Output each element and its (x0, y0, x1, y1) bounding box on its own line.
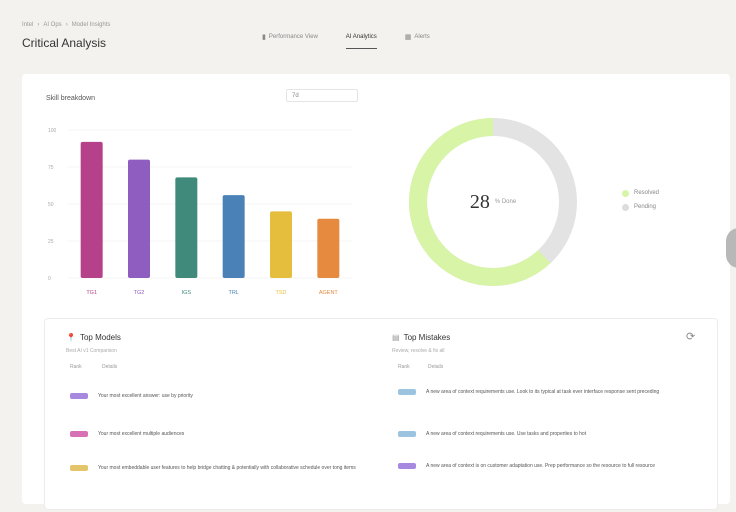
x-tick-label: TRL (228, 290, 238, 296)
tab-ai-analytics[interactable]: AI Analytics (345, 33, 377, 49)
insights-panel (44, 318, 718, 510)
y-tick-label: 25 (48, 239, 54, 245)
clipboard-icon: ▤ (392, 333, 400, 342)
legend-label: Pending (634, 204, 657, 210)
chart-title: Skill breakdown (46, 95, 96, 102)
bar-chart: 0 25 50 75 100 TG1 TG2 IGS TRL TSD AGENT (48, 128, 352, 296)
list-item[interactable]: Your most excellent multiple audiences (70, 430, 360, 438)
range-select[interactable]: 7d (286, 89, 358, 102)
x-tick-label: TG2 (134, 290, 145, 296)
y-tick-label: 100 (48, 128, 57, 134)
pin-icon: 📍 (66, 333, 76, 342)
bar[interactable] (80, 141, 103, 278)
breadcrumb-item: Model Insights (71, 22, 111, 28)
bar[interactable] (222, 195, 245, 278)
row-text: A new area of context requirements use. … (426, 389, 660, 395)
breadcrumb: Intel › AI Ops › Model Insights (22, 22, 111, 28)
row-text: Your most embeddable user features to he… (98, 465, 356, 471)
legend-item-pending: Pending (622, 200, 659, 214)
bar[interactable] (175, 177, 198, 278)
x-tick-label: TG1 (86, 290, 97, 296)
chart-icon: ▮ (262, 34, 266, 41)
tab-alerts[interactable]: ▦ Alerts (405, 33, 430, 49)
top-models-title: 📍 Top Models (66, 333, 121, 342)
col-rank: Rank (70, 364, 82, 370)
donut-center: 28 % Done (404, 113, 582, 291)
donut-unit: % Done (494, 199, 517, 205)
tab-bar: ▮ Performance View AI Analytics ▦ Alerts (262, 33, 430, 49)
col-details: Details (428, 364, 444, 370)
list-item[interactable]: A new area of context requirements use. … (398, 388, 678, 396)
legend-item-resolved: Resolved (622, 186, 659, 200)
tab-label: Performance View (268, 34, 318, 40)
rank-chip (398, 431, 416, 437)
tab-label: AI Analytics (345, 33, 377, 40)
col-details: Details (102, 364, 118, 370)
page-header: Intel › AI Ops › Model Insights Critical… (0, 0, 736, 70)
x-tick-label: IGS (182, 290, 192, 296)
rank-chip (70, 393, 88, 399)
tab-performance[interactable]: ▮ Performance View (262, 33, 318, 49)
row-text: Your most excellent multiple audiences (98, 431, 185, 437)
bar[interactable] (128, 159, 150, 278)
donut-value: 28 (469, 190, 490, 213)
rank-chip (398, 463, 416, 469)
y-tick-label: 0 (48, 276, 51, 282)
bar[interactable] (317, 218, 340, 278)
legend-dot (622, 189, 629, 197)
row-text: A new area of context requirements use. … (426, 431, 587, 437)
refresh-icon[interactable]: ⟳ (686, 330, 695, 343)
y-tick-label: 50 (48, 202, 54, 208)
x-tick-label: TSD (276, 290, 287, 296)
col-rank: Rank (398, 364, 410, 370)
legend-dot (622, 203, 629, 211)
scroll-handle[interactable] (726, 228, 736, 268)
list-item[interactable]: Your most excellent answer: use by prior… (70, 392, 360, 400)
top-mistakes-title: ▤ Top Mistakes (392, 333, 451, 342)
page-title: Critical Analysis (22, 36, 107, 50)
bar[interactable] (270, 211, 292, 278)
rank-chip (398, 389, 416, 395)
rank-chip (70, 431, 88, 437)
row-text: A new area of context is on customer ada… (426, 463, 656, 469)
legend-label: Resolved (634, 190, 660, 196)
breadcrumb-item[interactable]: AI Ops (43, 22, 61, 28)
row-text: Your most excellent answer: use by prior… (98, 393, 193, 399)
y-tick-label: 75 (48, 165, 54, 171)
top-mistakes-subtitle: Review, resolve & fix all (392, 348, 445, 354)
list-item[interactable]: A new area of context is on customer ada… (398, 462, 678, 470)
x-tick-label: AGENT (319, 290, 339, 296)
tab-label: Alerts (414, 34, 430, 40)
top-models-subtitle: Best AI v1 Comparison (66, 348, 117, 354)
list-item[interactable]: A new area of context requirements use. … (398, 430, 678, 438)
breadcrumb-item[interactable]: Intel (22, 22, 33, 28)
list-item[interactable]: Your most embeddable user features to he… (70, 464, 360, 472)
rank-chip (70, 465, 88, 471)
donut-legend: Resolved Pending (622, 186, 659, 214)
grid-icon: ▦ (404, 34, 412, 41)
